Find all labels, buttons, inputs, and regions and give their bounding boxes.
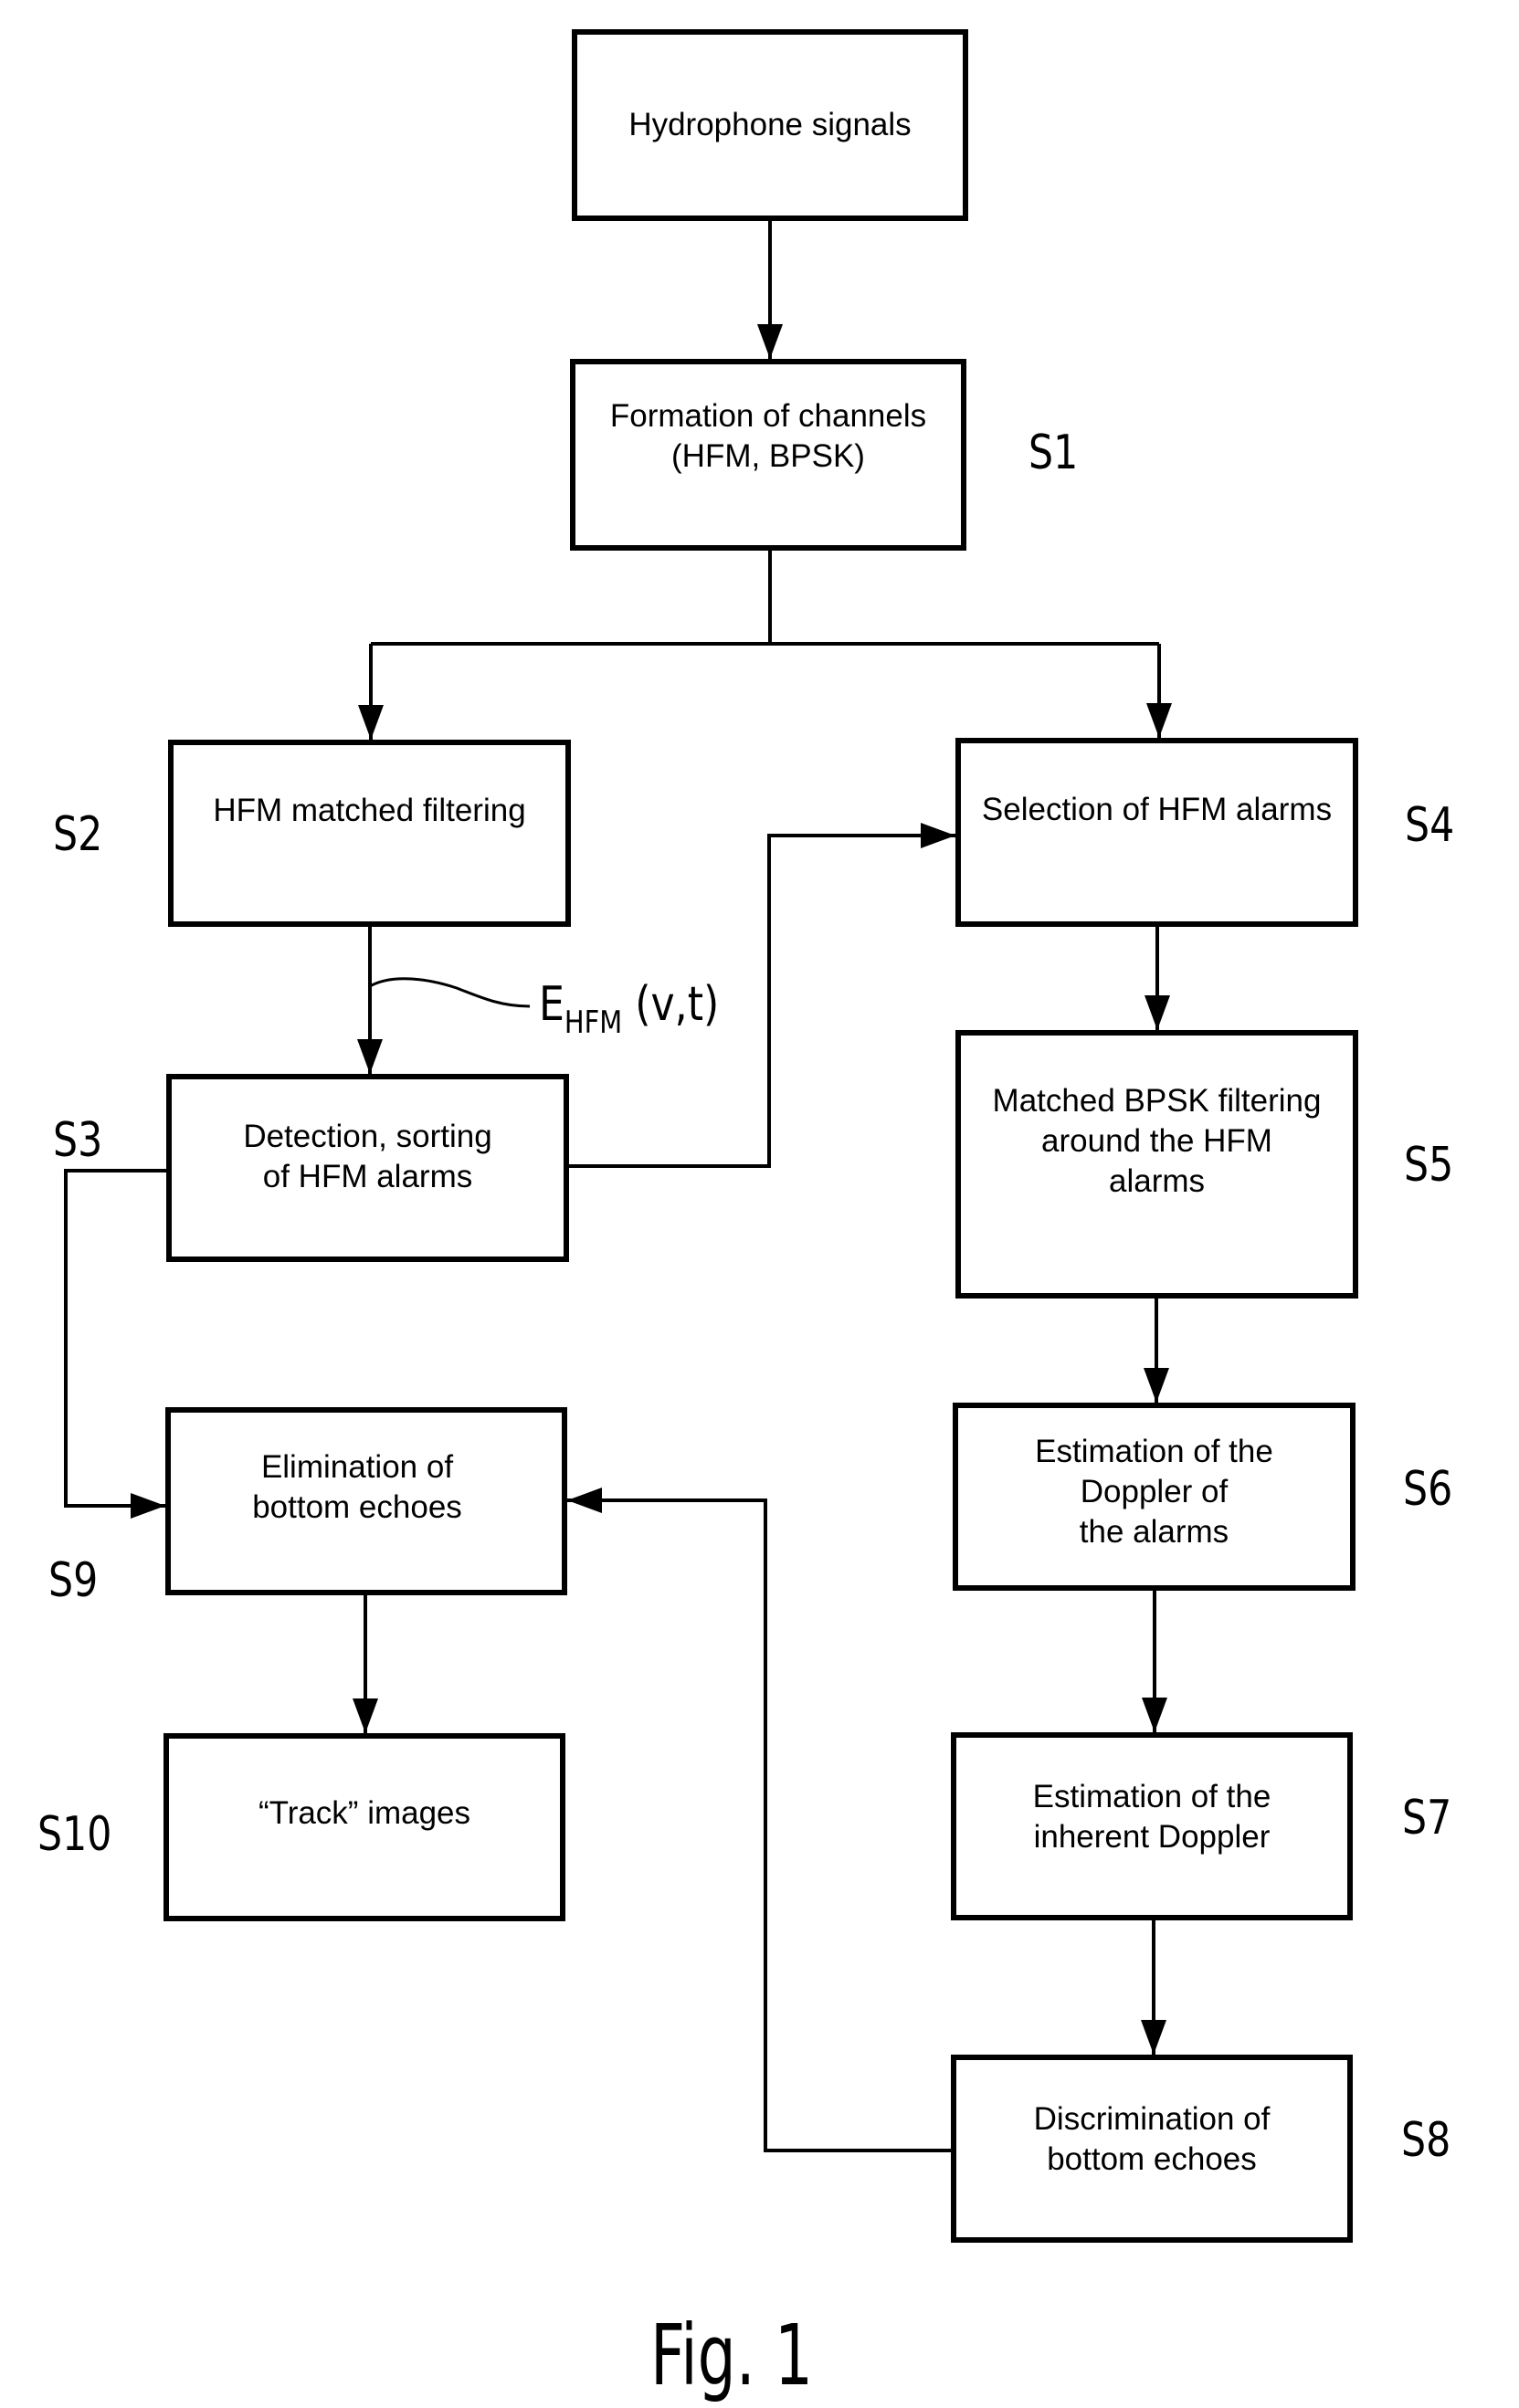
edge-s3-s9-arrowhead bbox=[131, 1493, 165, 1519]
step-label-s8: S8 bbox=[1401, 2113, 1451, 2168]
node-s6: Estimation of the Doppler of the alarms bbox=[953, 1403, 1355, 1591]
step-label-s6: S6 bbox=[1403, 1462, 1453, 1517]
node-s7: Estimation of the inherent Doppler bbox=[951, 1732, 1353, 1920]
node-s2: HFM matched filtering bbox=[168, 740, 571, 927]
step-label-s10: S10 bbox=[37, 1807, 112, 1862]
edge-s3-s9 bbox=[64, 1169, 166, 1508]
step-label-s5: S5 bbox=[1404, 1138, 1454, 1193]
edge-s8-s9-arrowhead bbox=[567, 1488, 602, 1513]
node-s3: Detection, sorting of HFM alarms bbox=[166, 1074, 569, 1262]
edge-s9-s10-arrowhead bbox=[353, 1698, 378, 1733]
node-s1: Formation of channels (HFM, BPSK) bbox=[570, 359, 966, 551]
node-s9: Elimination of bottom echoes bbox=[165, 1407, 567, 1595]
node-hydrophone: Hydrophone signals bbox=[572, 29, 968, 221]
flowchart-canvas: Hydrophone signals Formation of channels… bbox=[0, 0, 1519, 2408]
edge-s4-s5-arrowhead bbox=[1145, 995, 1170, 1030]
node-s9-text: Elimination of bottom echoes bbox=[252, 1449, 462, 1525]
edge-s1-s2-arrowhead bbox=[358, 705, 384, 740]
edge-s6-s7-arrowhead bbox=[1142, 1698, 1167, 1732]
edge-s7-s8-arrowhead bbox=[1141, 2020, 1166, 2055]
node-s4-text: Selection of HFM alarms bbox=[981, 791, 1333, 827]
step-label-s4: S4 bbox=[1405, 798, 1455, 853]
node-s4: Selection of HFM alarms bbox=[955, 738, 1358, 927]
step-label-s2: S2 bbox=[53, 807, 103, 862]
node-s8-text: Discrimination of bottom echoes bbox=[1033, 2101, 1271, 2177]
signal-args: (v,t) bbox=[635, 977, 720, 1032]
step-label-s7: S7 bbox=[1402, 1791, 1452, 1845]
edge-s8-s9 bbox=[567, 1498, 951, 2152]
node-s5: Matched BPSK filtering around the HFM al… bbox=[955, 1030, 1358, 1299]
step-label-s1: S1 bbox=[1028, 426, 1079, 480]
node-s5-text: Matched BPSK filtering around the HFM al… bbox=[992, 1083, 1322, 1199]
figure-caption: Fig. 1 bbox=[650, 2307, 813, 2404]
annotation-leader-line bbox=[369, 977, 531, 1008]
node-s10: “Track” images bbox=[164, 1733, 565, 1921]
step-label-s3: S3 bbox=[53, 1113, 103, 1168]
signal-subscript: HFM bbox=[564, 1004, 623, 1041]
edge-hydrophone-s1-arrowhead bbox=[757, 324, 783, 359]
node-s1-text: Formation of channels (HFM, BPSK) bbox=[609, 398, 927, 474]
node-s6-text: Estimation of the Doppler of the alarms bbox=[1035, 1434, 1273, 1550]
node-s7-text: Estimation of the inherent Doppler bbox=[1032, 1779, 1271, 1855]
node-s3-text: Detection, sorting of HFM alarms bbox=[243, 1118, 492, 1194]
edge-s5-s6-arrowhead bbox=[1144, 1368, 1169, 1403]
edge-s3-s4-arrowhead bbox=[921, 823, 955, 848]
signal-symbol: E bbox=[539, 977, 564, 1032]
signal-annotation: EHFM (v,t) bbox=[539, 977, 719, 1050]
edge-s1-s4-arrowhead bbox=[1146, 703, 1172, 738]
step-label-s9: S9 bbox=[48, 1553, 99, 1608]
node-s10-text: “Track” images bbox=[258, 1795, 471, 1831]
edge-s2-s3-arrowhead bbox=[357, 1039, 383, 1074]
node-s8: Discrimination of bottom echoes bbox=[951, 2055, 1353, 2243]
node-hydrophone-text: Hydrophone signals bbox=[628, 107, 912, 142]
node-s2-text: HFM matched filtering bbox=[213, 792, 526, 828]
